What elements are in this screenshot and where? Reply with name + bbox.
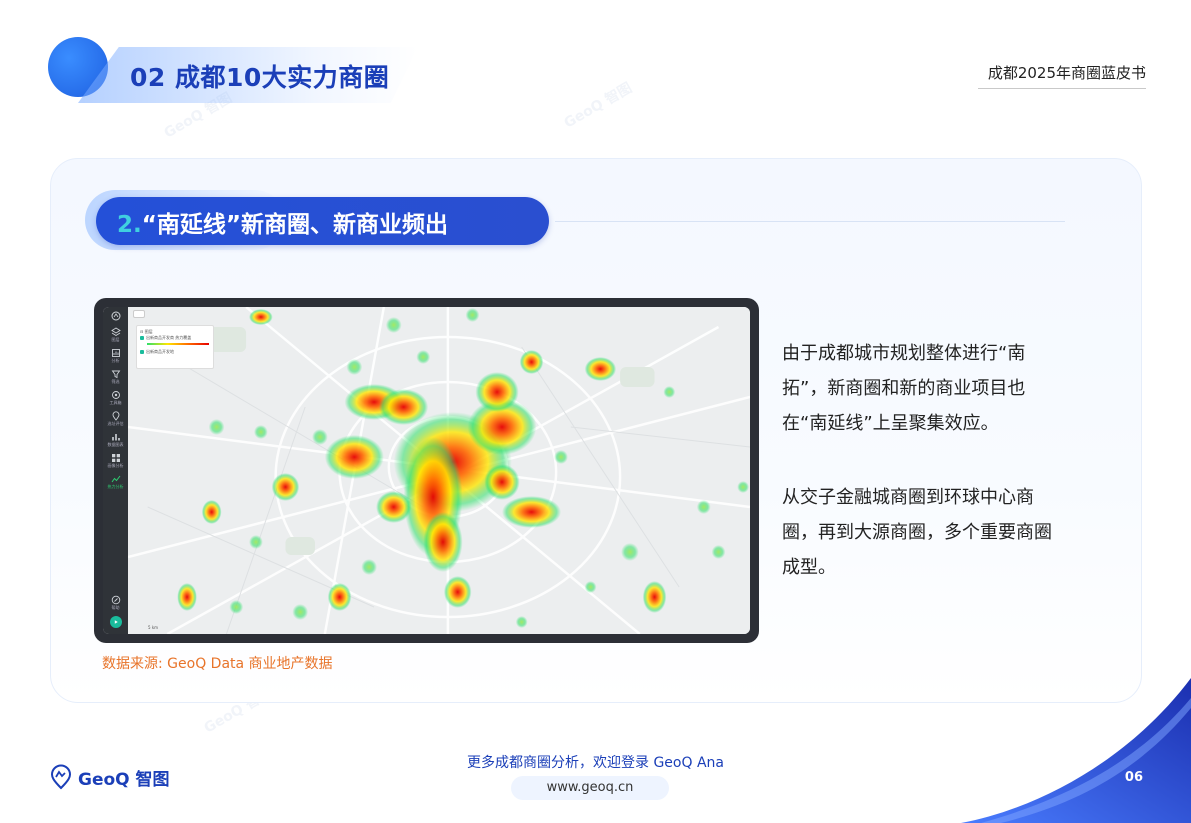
location-icon bbox=[111, 411, 121, 421]
map-legend: ⊟ 图层 出新商品开发商 热力覆盖 出新商品开发地 bbox=[136, 325, 214, 369]
paragraph-2: 从交子金融城商圈到环球中心商圈，再到大源商圈，多个重要商圈成型。 bbox=[782, 480, 1067, 585]
map-scale-bar: 5 km bbox=[148, 625, 158, 630]
legend-label-points: 出新商品开发地 bbox=[146, 349, 174, 355]
sidebar-item-layers[interactable]: 图层 bbox=[111, 327, 121, 342]
sidebar-item-analysis[interactable]: 分析 bbox=[111, 348, 121, 363]
legend-row-heat[interactable]: 出新商品开发商 热力覆盖 bbox=[140, 335, 210, 341]
watermark: GeoQ 智图 bbox=[560, 77, 635, 132]
sidebar-item-tools[interactable]: 工具箱 bbox=[110, 390, 122, 405]
sidebar-item-location[interactable]: 选址评估 bbox=[108, 411, 124, 426]
play-button[interactable] bbox=[110, 616, 122, 628]
report-name: 成都2025年商圈蓝皮书 bbox=[988, 62, 1146, 83]
section-title-text: “南延线”新商圈、新商业频出 bbox=[142, 212, 448, 238]
heat-icon bbox=[111, 474, 121, 484]
layers-icon bbox=[111, 327, 121, 337]
paragraph-1: 由于成都城市规划整体进行“南拓”，新商圈和新的商业项目也在“南延线”上呈聚集效应… bbox=[782, 336, 1067, 441]
checkbox-icon[interactable] bbox=[140, 336, 144, 340]
data-source: 数据来源: GeoQ Data 商业地产数据 bbox=[102, 653, 333, 673]
header-divider bbox=[978, 88, 1146, 89]
heatmap-svg bbox=[128, 307, 750, 634]
corner-decoration bbox=[961, 678, 1191, 823]
filter-icon bbox=[111, 369, 121, 379]
sidebar-item-help[interactable]: 帮助 bbox=[111, 595, 121, 610]
legend-row-points[interactable]: 出新商品开发地 bbox=[140, 349, 210, 355]
sidebar-item-profile[interactable]: 画像分析 bbox=[108, 453, 124, 468]
chart-icon bbox=[111, 348, 121, 358]
website-url[interactable]: www.geoq.cn bbox=[511, 776, 669, 800]
tool-icon bbox=[111, 390, 121, 400]
page-title: 02 成都10大实力商圈 bbox=[130, 58, 389, 94]
checkbox-icon[interactable] bbox=[140, 350, 144, 354]
sidebar-item-heatmap[interactable]: 热力分析 bbox=[108, 474, 124, 489]
page-number: 06 bbox=[1125, 770, 1143, 785]
heatmap-map[interactable]: ⊟ 图层 出新商品开发商 热力覆盖 出新商品开发地 5 km bbox=[128, 307, 750, 634]
logo-icon bbox=[111, 311, 121, 321]
play-icon bbox=[113, 619, 119, 625]
heat-gradient-bar bbox=[147, 343, 209, 345]
sidebar-item-charts[interactable]: 数据图表 bbox=[108, 432, 124, 447]
bar-icon bbox=[111, 432, 121, 442]
map-sidebar: 图层 分析 筛选 工具箱 选址评估 数据图表 bbox=[103, 307, 128, 634]
grid-icon bbox=[111, 453, 121, 463]
legend-label-heat: 出新商品开发商 热力覆盖 bbox=[146, 335, 191, 341]
section-title: 2.“南延线”新商圈、新商业频出 bbox=[117, 205, 448, 239]
help-icon bbox=[111, 595, 121, 605]
section-divider bbox=[555, 221, 1065, 222]
map-screenshot-frame: 图层 分析 筛选 工具箱 选址评估 数据图表 bbox=[94, 298, 759, 643]
sidebar-item-filter[interactable]: 筛选 bbox=[111, 369, 121, 384]
map-screen: 图层 分析 筛选 工具箱 选址评估 数据图表 bbox=[103, 307, 750, 634]
section-number: 2. bbox=[117, 212, 142, 238]
map-search-box[interactable] bbox=[133, 310, 145, 318]
